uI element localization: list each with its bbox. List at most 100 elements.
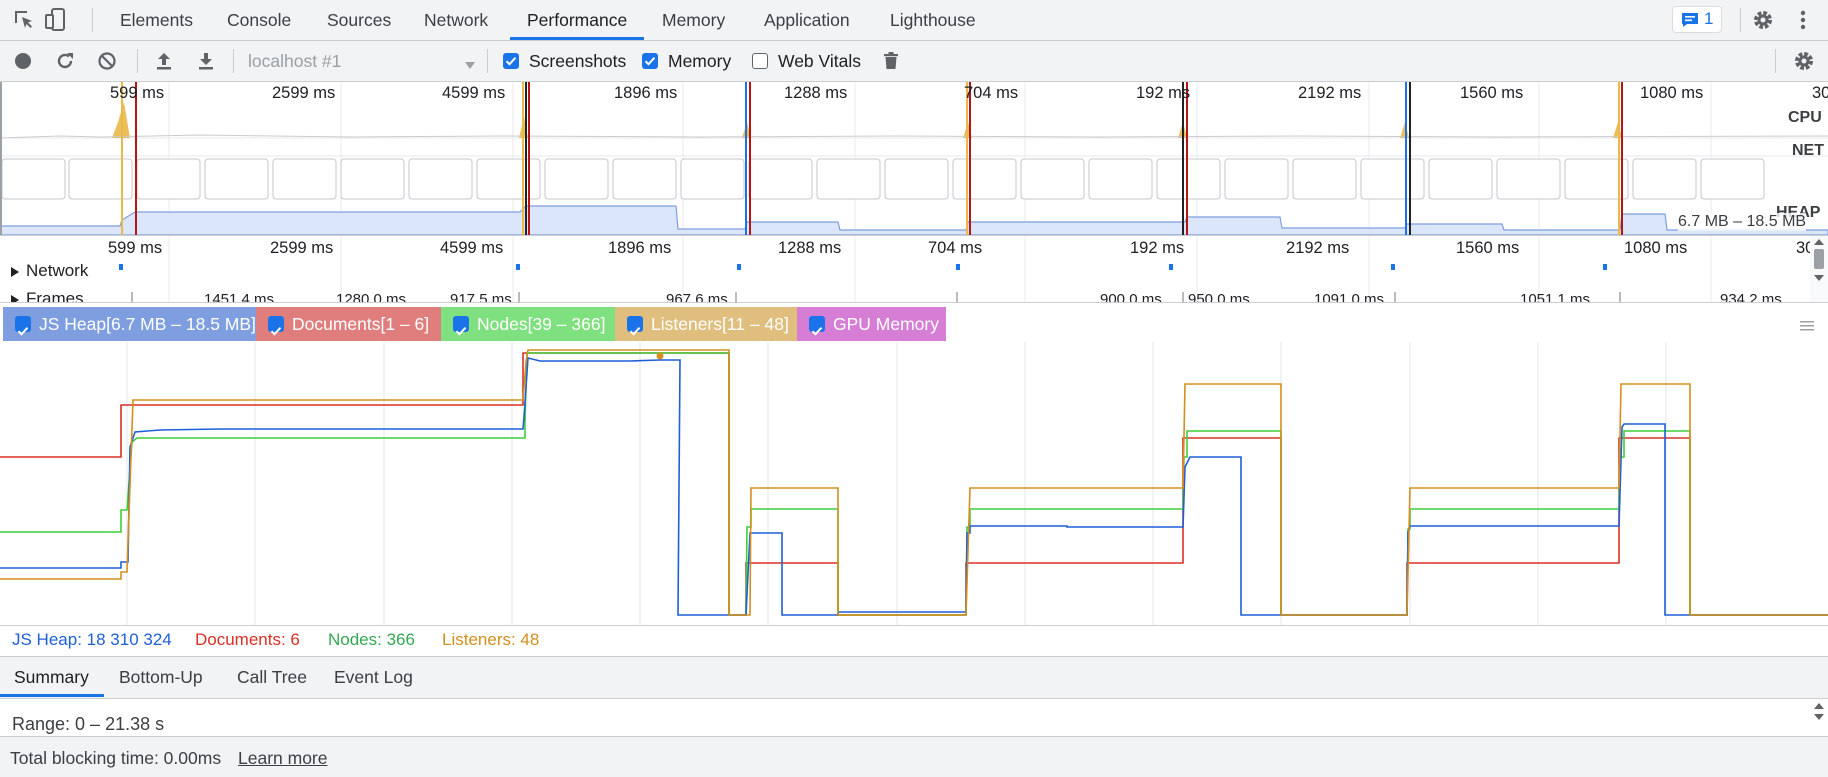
- legend-listeners[interactable]: Listeners[11 – 48]: [615, 307, 797, 341]
- scroll-down-icon[interactable]: [1814, 713, 1824, 721]
- web-vitals-label: Web Vitals: [778, 51, 862, 71]
- overview-tick: 192 ms: [1136, 84, 1191, 102]
- memory-checkbox[interactable]: [642, 53, 658, 69]
- tab-performance[interactable]: Performance: [527, 0, 627, 40]
- summary-tab-indicator: [0, 694, 104, 697]
- frame-time: 1280.0 ms: [336, 291, 407, 302]
- scroll-down-icon[interactable]: [1814, 274, 1824, 282]
- legend-js-heap[interactable]: JS Heap[6.7 MB – 18.5 MB]: [3, 307, 256, 341]
- overview-tick: 704 ms: [964, 84, 1019, 102]
- screenshots-checkbox[interactable]: [503, 53, 519, 69]
- listeners-counter: Listeners: 48: [442, 630, 540, 649]
- more-options-icon[interactable]: [1797, 8, 1809, 32]
- legend-nodes[interactable]: Nodes[39 – 366]: [441, 307, 615, 341]
- tab-lighthouse[interactable]: Lighthouse: [890, 0, 976, 40]
- tracks-scrollbar[interactable]: [1810, 236, 1828, 302]
- range-text: Range: 0 – 21.38 s: [12, 714, 165, 734]
- tab-call-tree[interactable]: Call Tree: [237, 656, 307, 698]
- listeners-series-line: [0, 349, 1828, 616]
- drag-handle-icon[interactable]: [1800, 316, 1814, 336]
- tab-network[interactable]: Network: [424, 0, 488, 40]
- legend-listeners-label: Listeners[11 – 48]: [651, 314, 789, 334]
- legend-checkbox[interactable]: [268, 316, 284, 336]
- legend-checkbox[interactable]: [453, 316, 469, 336]
- trash-icon[interactable]: [882, 51, 900, 71]
- timeline-overview[interactable]: 599 ms 2599 ms 4599 ms 1896 ms 1288 ms 7…: [0, 82, 1828, 235]
- total-blocking-time: Total blocking time: 0.00ms: [10, 748, 222, 768]
- performance-toolbar: localhost #1 Screenshots Memory Web Vita…: [0, 41, 1828, 81]
- scroll-up-icon[interactable]: [1814, 702, 1824, 710]
- net-lane-label: NET: [1792, 142, 1824, 159]
- network-track-label: Network: [26, 261, 89, 280]
- tab-sources[interactable]: Sources: [327, 0, 391, 40]
- scroll-up-icon[interactable]: [1814, 238, 1824, 246]
- overview-tick: 1560 ms: [1460, 84, 1524, 102]
- overview-tick: 2192 ms: [1298, 84, 1362, 102]
- timeline-tick: 599 ms: [108, 239, 163, 257]
- tab-event-log[interactable]: Event Log: [334, 656, 413, 698]
- legend-checkbox[interactable]: [15, 316, 31, 336]
- legend-gpu-memory[interactable]: GPU Memory: [797, 307, 946, 341]
- screenshots-label: Screenshots: [529, 51, 627, 71]
- issues-button[interactable]: 1: [1672, 6, 1722, 33]
- chevron-down-icon[interactable]: [464, 56, 476, 76]
- documents-counter: Documents: 6: [195, 630, 300, 649]
- overview-tick: 599 ms: [110, 84, 165, 102]
- tab-bottom-up[interactable]: Bottom-Up: [119, 656, 203, 698]
- tab-application[interactable]: Application: [764, 0, 850, 40]
- settings-gear-icon[interactable]: [1751, 8, 1775, 32]
- frame-time: 917.5 ms: [450, 291, 512, 302]
- frame-time: 1051.1 ms: [1520, 291, 1591, 302]
- frame-time: 900.0 ms: [1100, 291, 1162, 302]
- clear-icon[interactable]: [97, 51, 117, 71]
- documents-series-line: [0, 352, 1828, 616]
- summary-scrollbar[interactable]: [1810, 699, 1828, 735]
- overview-tick: 1288 ms: [784, 84, 848, 102]
- timeline-tick: 4599 ms: [440, 239, 504, 257]
- capture-settings-gear-icon[interactable]: [1792, 49, 1816, 73]
- triangle-right-icon: [11, 267, 19, 277]
- tab-summary[interactable]: Summary: [14, 656, 89, 698]
- learn-more-link[interactable]: Learn more: [238, 748, 328, 769]
- network-track-expander[interactable]: Network: [8, 261, 208, 283]
- triangle-right-icon: [11, 295, 19, 302]
- timeline-tick: 1560 ms: [1456, 239, 1520, 257]
- frames-track-label: Frames: [26, 289, 84, 302]
- legend-checkbox[interactable]: [627, 316, 643, 336]
- timeline-tick: 192 ms: [1130, 239, 1185, 257]
- scrollbar-thumb[interactable]: [1814, 249, 1824, 269]
- memory-counters-chart[interactable]: [0, 342, 1828, 625]
- web-vitals-checkbox[interactable]: [752, 53, 768, 69]
- reload-record-icon[interactable]: [55, 51, 75, 71]
- timeline-tick: 2192 ms: [1286, 239, 1350, 257]
- inspect-element-icon[interactable]: [12, 8, 36, 32]
- device-toolbar-icon[interactable]: [44, 7, 68, 33]
- nodes-counter: Nodes: 366: [328, 630, 415, 649]
- frame-time: 934.2 ms: [1720, 291, 1782, 302]
- frame-time: 950.0 ms: [1188, 291, 1250, 302]
- record-icon[interactable]: [14, 52, 32, 70]
- timeline-tick: 1080 ms: [1624, 239, 1688, 257]
- js-heap-counter: JS Heap: 18 310 324: [12, 630, 172, 649]
- counter-graph: [0, 342, 1828, 625]
- overview-tick: 4599 ms: [442, 84, 506, 102]
- frame-time: 1451.4 ms: [204, 291, 275, 302]
- frame-time: 1091.0 ms: [1314, 291, 1385, 302]
- cursor-marker: [656, 352, 664, 360]
- tab-console[interactable]: Console: [227, 0, 291, 40]
- legend-checkbox[interactable]: [809, 316, 825, 336]
- overview-tick: 1080 ms: [1640, 84, 1704, 102]
- nodes-series-line: [0, 352, 1828, 616]
- tab-memory[interactable]: Memory: [662, 0, 725, 40]
- target-select[interactable]: localhost #1: [248, 41, 341, 81]
- legend-documents-label: Documents[1 – 6]: [292, 314, 430, 334]
- frames-track-expander[interactable]: Frames: [8, 289, 208, 302]
- heap-range-label: 6.7 MB – 18.5 MB: [1678, 213, 1807, 231]
- timeline-tick: 2599 ms: [270, 239, 334, 257]
- overview-tick: 30: [1812, 84, 1828, 102]
- devtools-tab-bar: Elements Console Sources Network Perform…: [0, 0, 1828, 40]
- upload-profile-icon[interactable]: [155, 51, 173, 71]
- download-profile-icon[interactable]: [197, 51, 215, 71]
- legend-documents[interactable]: Documents[1 – 6]: [256, 307, 441, 341]
- tab-elements[interactable]: Elements: [120, 0, 193, 40]
